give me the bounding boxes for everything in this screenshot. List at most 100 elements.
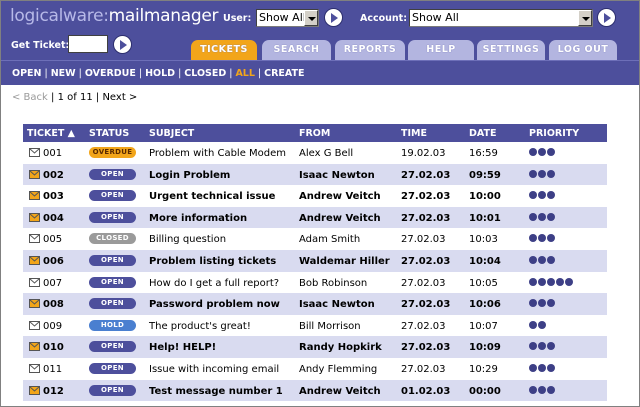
- account-go-button[interactable]: [597, 8, 616, 27]
- ticket-number[interactable]: 012: [43, 386, 64, 397]
- table-row[interactable]: 001 OVERDUE Problem with Cable Modem Alex G…: [23, 142, 607, 164]
- ticket-subject[interactable]: Urgent technical issue: [149, 191, 275, 202]
- ticket-time: 10:04: [469, 255, 501, 267]
- column-status-header[interactable]: STATUS: [89, 128, 129, 139]
- status-badge: OPEN: [89, 362, 136, 374]
- column-subject-header[interactable]: SUBJECT: [149, 128, 194, 139]
- ticket-from: Bob Robinson: [299, 277, 368, 289]
- priority-indicator: [529, 148, 556, 159]
- tab-search[interactable]: SEARCH: [262, 40, 331, 60]
- tab-reports[interactable]: REPORTS: [335, 40, 405, 60]
- envelope-icon: [29, 277, 40, 287]
- status-badge: OPEN: [89, 341, 136, 353]
- user-select[interactable]: Show All: [256, 9, 319, 27]
- ticket-date: 27.02.03: [401, 342, 451, 354]
- ticket-number[interactable]: 010: [43, 342, 64, 353]
- table-row[interactable]: 012 OPEN Test message number 1 Andrew Veitc…: [23, 379, 607, 402]
- column-from-header[interactable]: FROM: [299, 128, 330, 139]
- priority-dot: [529, 342, 537, 351]
- envelope-icon: [29, 299, 40, 309]
- ticket-time: 00:00: [469, 385, 501, 397]
- table-row[interactable]: 002 OPEN Login Problem Isaac Newton 27.02.03…: [23, 163, 607, 186]
- ticket-subject[interactable]: Login Problem: [149, 170, 230, 181]
- priority-dot: [547, 169, 555, 178]
- ticket-number[interactable]: 011: [43, 364, 62, 375]
- ticket-subject[interactable]: Password problem now: [149, 299, 280, 310]
- envelope-icon: [29, 148, 40, 157]
- priority-dot: [547, 234, 555, 243]
- ticket-subject[interactable]: Test message number 1: [149, 386, 283, 397]
- table-row[interactable]: 009 HOLD The product's great! Bill Morrison…: [23, 315, 607, 337]
- table-row[interactable]: 005 CLOSED Billing question Adam Smith 27.02…: [23, 228, 607, 250]
- ticket-number[interactable]: 001: [43, 148, 62, 159]
- table-row[interactable]: 003 OPEN Urgent technical issue Andrew Veit…: [23, 185, 607, 207]
- filter-closed-link[interactable]: CLOSED: [184, 68, 226, 79]
- tab-help[interactable]: HELP: [408, 40, 474, 60]
- table-row[interactable]: 004 OPEN More information Andrew Veitch 27.0…: [23, 206, 607, 229]
- ticket-subject[interactable]: Help! HELP!: [149, 342, 216, 353]
- filter-overdue-link[interactable]: OVERDUE: [85, 68, 136, 79]
- priority-dot: [538, 363, 546, 372]
- ticket-subject[interactable]: More information: [149, 213, 247, 224]
- ticket-date: 27.02.03: [401, 169, 451, 181]
- envelope-icon: [29, 363, 40, 373]
- envelope-icon: [29, 385, 40, 395]
- ticket-number[interactable]: 005: [43, 234, 62, 245]
- ticket-from: Andrew Veitch: [299, 385, 381, 397]
- ticket-time: 16:59: [469, 148, 498, 159]
- priority-dot: [529, 277, 537, 286]
- priority-dot: [547, 255, 555, 264]
- priority-dot: [538, 212, 546, 221]
- chevron-down-icon[interactable]: [578, 10, 592, 26]
- account-select[interactable]: Show All: [409, 9, 593, 27]
- priority-indicator: [529, 255, 556, 267]
- ticket-subject[interactable]: Issue with incoming email: [149, 364, 279, 375]
- ticket-from: Alex G Bell: [299, 148, 354, 159]
- column-priority-header[interactable]: PRIORITY: [529, 128, 579, 139]
- tab-tickets[interactable]: TICKETS: [191, 40, 257, 60]
- filter-new-link[interactable]: NEW: [51, 68, 76, 79]
- priority-dot: [538, 255, 546, 264]
- priority-indicator: [529, 363, 556, 375]
- ticket-number[interactable]: 002: [43, 170, 64, 181]
- priority-dot: [547, 342, 555, 351]
- ticket-number[interactable]: 003: [43, 191, 64, 202]
- get-ticket-input[interactable]: [68, 35, 108, 53]
- user-go-button[interactable]: [324, 8, 343, 27]
- filter-hold-link[interactable]: HOLD: [145, 68, 175, 79]
- ticket-number[interactable]: 009: [43, 321, 62, 332]
- chevron-down-icon[interactable]: [304, 10, 318, 26]
- filter-open-link[interactable]: OPEN: [12, 68, 41, 79]
- tab-log-out[interactable]: LOG OUT: [549, 40, 617, 60]
- ticket-date: 27.02.03: [401, 212, 451, 224]
- ticket-subject[interactable]: Problem listing tickets: [149, 256, 276, 267]
- table-row[interactable]: 007 OPEN How do I get a full report? Bob Ro…: [23, 272, 607, 294]
- column-time-header[interactable]: TIME: [401, 128, 427, 139]
- table-row[interactable]: 008 OPEN Password problem now Isaac Newton 2…: [23, 293, 607, 315]
- status-badge: OPEN: [89, 298, 136, 310]
- ticket-number[interactable]: 006: [43, 256, 64, 267]
- table-row[interactable]: 011 OPEN Issue with incoming email Andy Fle…: [23, 358, 607, 380]
- ticket-number[interactable]: 007: [43, 278, 62, 289]
- create-ticket-link[interactable]: CREATE: [264, 68, 304, 79]
- priority-dot: [538, 234, 546, 243]
- ticket-subject[interactable]: How do I get a full report?: [149, 278, 279, 289]
- ticket-time: 10:29: [469, 363, 498, 375]
- ticket-subject[interactable]: Billing question: [149, 234, 226, 245]
- ticket-subject[interactable]: Problem with Cable Modem: [149, 148, 286, 159]
- ticket-from: Isaac Newton: [299, 169, 375, 181]
- column-date-header[interactable]: DATE: [469, 128, 496, 139]
- ticket-table: TICKET ▲ STATUS SUBJECT FROM TIME DATE P…: [23, 124, 607, 402]
- table-row[interactable]: 010 OPEN Help! HELP! Randy Hopkirk 27.02.03 1…: [23, 336, 607, 358]
- table-row[interactable]: 006 OPEN Problem listing tickets Waldemar H…: [23, 249, 607, 272]
- priority-dot: [565, 277, 573, 286]
- filter-all-link[interactable]: ALL: [235, 68, 254, 79]
- ticket-number[interactable]: 004: [43, 213, 64, 224]
- status-badge: OPEN: [89, 168, 136, 180]
- next-link[interactable]: Next >: [102, 92, 137, 103]
- ticket-subject[interactable]: The product's great!: [149, 321, 251, 332]
- get-ticket-go-button[interactable]: [113, 35, 132, 54]
- column-ticket-header[interactable]: TICKET ▲: [27, 128, 75, 139]
- ticket-number[interactable]: 008: [43, 299, 64, 310]
- tab-settings[interactable]: SETTINGS: [477, 40, 545, 60]
